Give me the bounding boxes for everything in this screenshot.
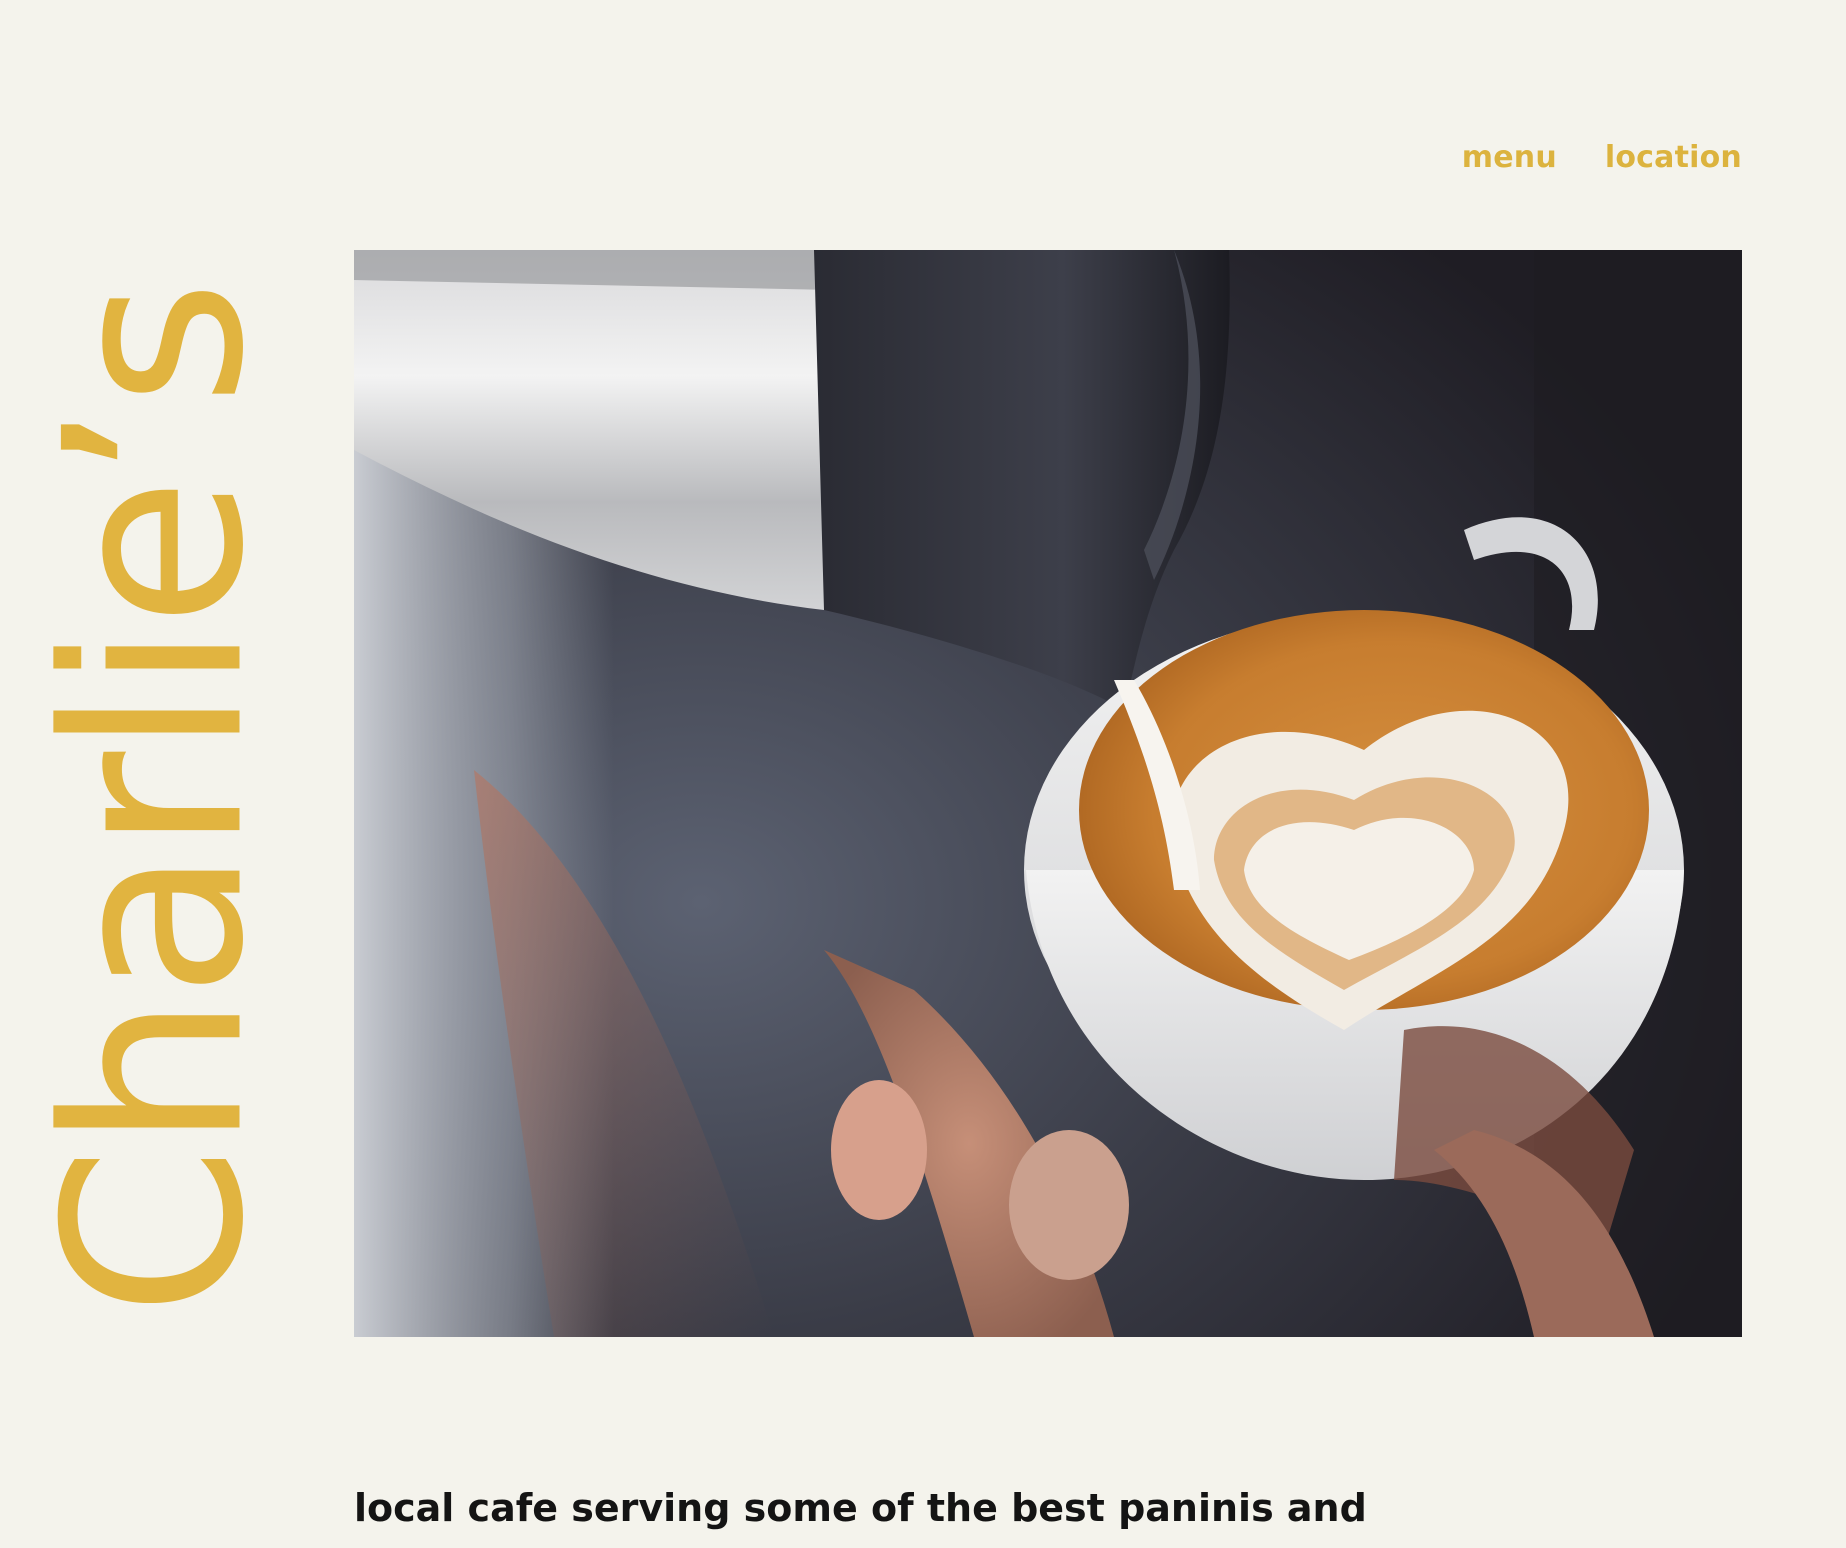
hero-image (354, 250, 1742, 1337)
main-nav: menu location (1462, 140, 1742, 175)
nav-link-menu[interactable]: menu (1462, 140, 1557, 175)
brand-logo-text[interactable]: Charlie’s (30, 283, 280, 1317)
nav-link-location[interactable]: location (1605, 140, 1742, 175)
brand-container: Charlie’s (30, 240, 280, 1360)
tagline-text: local cafe serving some of the best pani… (354, 1486, 1367, 1530)
page: menu location Charlie’s local cafe servi… (0, 0, 1846, 1548)
